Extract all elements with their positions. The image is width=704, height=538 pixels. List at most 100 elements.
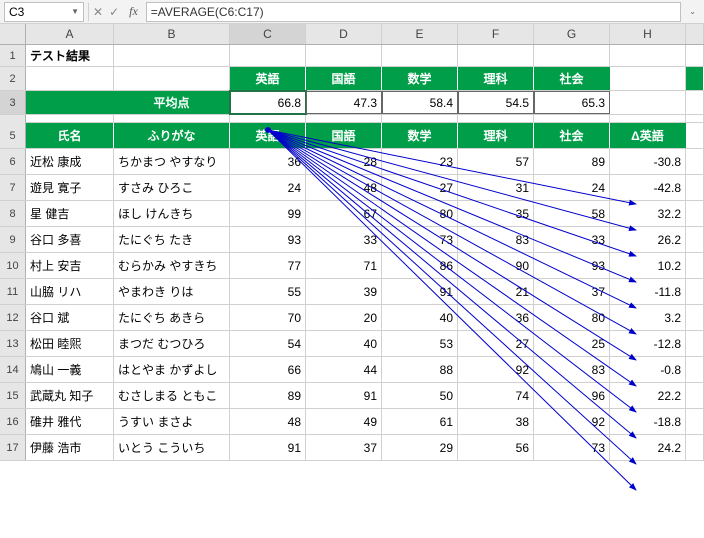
- cell[interactable]: やまわき りは: [114, 279, 230, 304]
- cell[interactable]: 73: [382, 227, 458, 252]
- cell[interactable]: 数学: [382, 123, 458, 148]
- cell[interactable]: 40: [382, 305, 458, 330]
- cell[interactable]: 松田 睦煕: [26, 331, 114, 356]
- row-header[interactable]: 15: [0, 383, 26, 408]
- cell[interactable]: 58: [534, 201, 610, 226]
- cell[interactable]: -30.8: [610, 149, 686, 174]
- cell[interactable]: 37: [306, 435, 382, 460]
- cell[interactable]: 55: [230, 279, 306, 304]
- cell[interactable]: 48: [306, 175, 382, 200]
- cell[interactable]: 谷口 多喜: [26, 227, 114, 252]
- cell[interactable]: 21: [458, 279, 534, 304]
- cell[interactable]: 40: [306, 331, 382, 356]
- cell[interactable]: -12.8: [610, 331, 686, 356]
- cell[interactable]: 29: [382, 435, 458, 460]
- col-header-H[interactable]: H: [610, 24, 686, 44]
- cell[interactable]: 村上 安吉: [26, 253, 114, 278]
- col-header-B[interactable]: B: [114, 24, 230, 44]
- cell[interactable]: 65.3: [534, 91, 610, 114]
- cell[interactable]: 66: [230, 357, 306, 382]
- cell[interactable]: 10.2: [610, 253, 686, 278]
- row-header[interactable]: 13: [0, 331, 26, 356]
- cell[interactable]: [686, 91, 704, 114]
- cell[interactable]: 星 健吉: [26, 201, 114, 226]
- cell[interactable]: [686, 201, 704, 226]
- cell[interactable]: 99: [230, 201, 306, 226]
- cell[interactable]: 96: [534, 383, 610, 408]
- cell[interactable]: 武蔵丸 知子: [26, 383, 114, 408]
- cell[interactable]: むさしまる ともこ: [114, 383, 230, 408]
- cell[interactable]: 54.5: [458, 91, 534, 114]
- cell[interactable]: 鳩山 一義: [26, 357, 114, 382]
- cell[interactable]: 25: [534, 331, 610, 356]
- cell[interactable]: 91: [306, 383, 382, 408]
- cell[interactable]: まつだ むつひろ: [114, 331, 230, 356]
- cell[interactable]: [686, 331, 704, 356]
- row-header[interactable]: 8: [0, 201, 26, 226]
- fx-icon[interactable]: fx: [125, 4, 142, 19]
- cell[interactable]: 92: [534, 409, 610, 434]
- cancel-icon[interactable]: ✕: [93, 5, 103, 19]
- cell[interactable]: 47.3: [306, 91, 382, 114]
- cell[interactable]: [686, 409, 704, 434]
- cell[interactable]: 谷口 斌: [26, 305, 114, 330]
- cell[interactable]: [382, 45, 458, 66]
- cell[interactable]: 88: [382, 357, 458, 382]
- cell[interactable]: [114, 67, 230, 90]
- cell[interactable]: -42.8: [610, 175, 686, 200]
- row-header[interactable]: 9: [0, 227, 26, 252]
- cell[interactable]: 67: [306, 201, 382, 226]
- cell[interactable]: [686, 149, 704, 174]
- cell[interactable]: 39: [306, 279, 382, 304]
- cell[interactable]: 英語: [230, 67, 306, 90]
- cell[interactable]: 50: [382, 383, 458, 408]
- cell[interactable]: 57: [458, 149, 534, 174]
- col-header-A[interactable]: A: [26, 24, 114, 44]
- cell[interactable]: 35: [458, 201, 534, 226]
- cell[interactable]: [686, 435, 704, 460]
- cell[interactable]: いとう こういち: [114, 435, 230, 460]
- cell[interactable]: [230, 115, 306, 122]
- cell[interactable]: 碓井 雅代: [26, 409, 114, 434]
- cell[interactable]: 86: [382, 253, 458, 278]
- cell[interactable]: [382, 115, 458, 122]
- cell[interactable]: [686, 383, 704, 408]
- cell[interactable]: 93: [230, 227, 306, 252]
- cell[interactable]: 48: [230, 409, 306, 434]
- cell[interactable]: [26, 67, 114, 90]
- cell[interactable]: [686, 45, 704, 66]
- row-header[interactable]: 16: [0, 409, 26, 434]
- cell[interactable]: [686, 67, 704, 90]
- cell[interactable]: 遊見 寛子: [26, 175, 114, 200]
- cell[interactable]: 53: [382, 331, 458, 356]
- cell[interactable]: [610, 67, 686, 90]
- cell[interactable]: 24: [534, 175, 610, 200]
- cell[interactable]: むらかみ やすきち: [114, 253, 230, 278]
- cell[interactable]: [306, 115, 382, 122]
- formula-input[interactable]: =AVERAGE(C6:C17): [146, 2, 682, 22]
- cell[interactable]: 73: [534, 435, 610, 460]
- cell[interactable]: 32.2: [610, 201, 686, 226]
- cell[interactable]: テスト結果: [26, 45, 114, 66]
- row-header[interactable]: 1: [0, 45, 26, 66]
- cell[interactable]: 31: [458, 175, 534, 200]
- cell[interactable]: 理科: [458, 67, 534, 90]
- cell[interactable]: 80: [382, 201, 458, 226]
- cell[interactable]: [686, 123, 704, 148]
- cell[interactable]: 理科: [458, 123, 534, 148]
- cell[interactable]: 91: [382, 279, 458, 304]
- spreadsheet-grid[interactable]: A B C D E F G H 1 テスト結果 2 英語 国語 数学 理科 社会: [0, 24, 704, 461]
- row-header[interactable]: 11: [0, 279, 26, 304]
- row-header[interactable]: 10: [0, 253, 26, 278]
- cell[interactable]: 数学: [382, 67, 458, 90]
- chevron-down-icon[interactable]: ▼: [71, 7, 79, 16]
- cell[interactable]: 49: [306, 409, 382, 434]
- cell[interactable]: [610, 115, 686, 122]
- cell[interactable]: すさみ ひろこ: [114, 175, 230, 200]
- col-header-I[interactable]: [686, 24, 704, 44]
- cell[interactable]: 54: [230, 331, 306, 356]
- cell[interactable]: 90: [458, 253, 534, 278]
- row-header[interactable]: [0, 115, 26, 123]
- cell[interactable]: [610, 45, 686, 66]
- cell[interactable]: 山脇 リハ: [26, 279, 114, 304]
